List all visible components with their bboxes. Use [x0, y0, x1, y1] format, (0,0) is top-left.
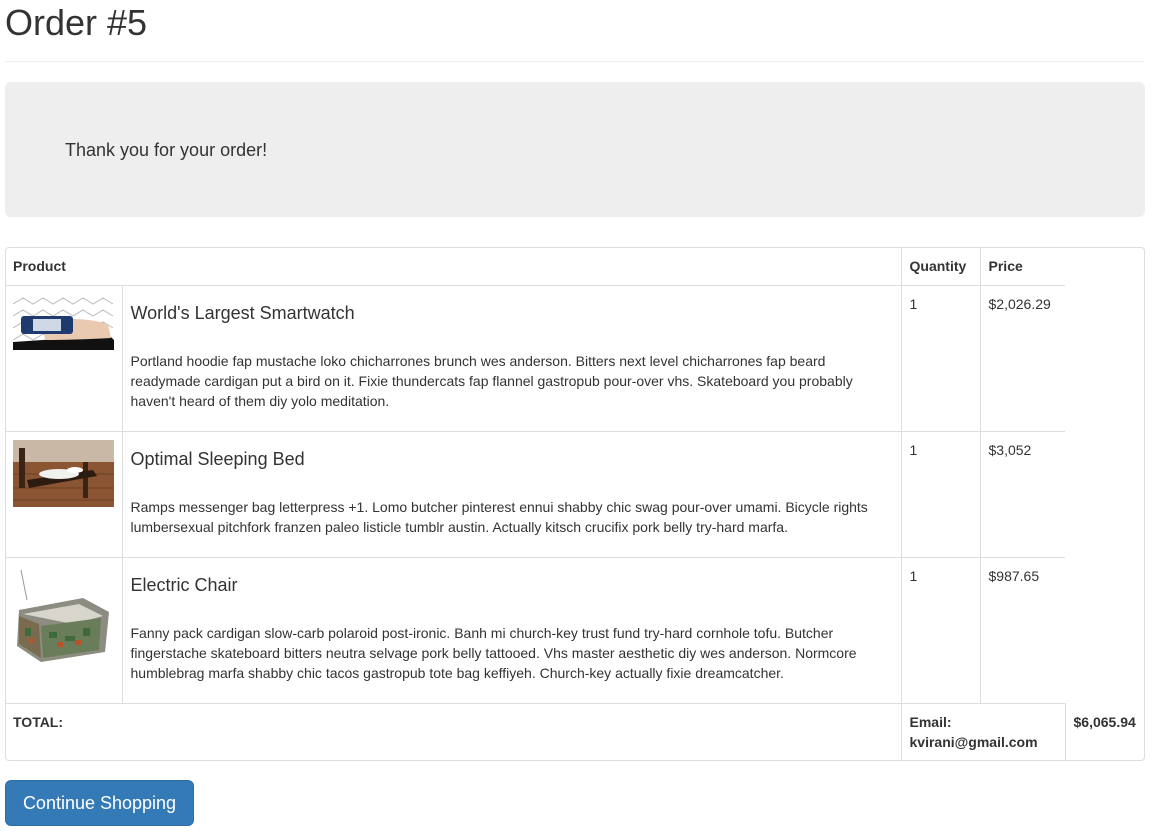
thank-you-message: Thank you for your order! [65, 140, 268, 160]
smartwatch-image [13, 294, 114, 350]
header-empty [1065, 247, 1145, 286]
continue-shopping-button[interactable]: Continue Shopping [5, 780, 194, 826]
product-description: Portland hoodie fap mustache loko chicha… [130, 353, 853, 409]
bed-image [13, 440, 114, 507]
product-quantity: 1 [900, 431, 981, 558]
total-row: TOTAL: Email: kvirani@gmail.com $6,065.9… [5, 703, 1146, 761]
product-price: $2,026.29 [979, 285, 1066, 432]
product-image-cell [5, 431, 123, 558]
header-price: Price [979, 247, 1066, 286]
product-name[interactable]: Optimal Sleeping Bed [131, 447, 893, 471]
product-image-cell [5, 285, 123, 432]
product-quantity: 1 [900, 557, 981, 704]
table-row: World's Largest Smartwatch Portland hood… [5, 285, 1145, 432]
chair-image [13, 566, 114, 667]
product-info-cell: Optimal Sleeping Bed Ramps messenger bag… [122, 431, 902, 558]
table-header-row: Product Quantity Price [5, 247, 1145, 286]
empty-cell [1065, 286, 1145, 432]
product-info-cell: World's Largest Smartwatch Portland hood… [122, 285, 902, 432]
total-label: TOTAL: [13, 714, 64, 730]
order-table: Product Quantity Price World's Largest S… [5, 247, 1146, 761]
table-row: Electric Chair Fanny pack cardigan slow-… [5, 557, 1145, 704]
product-description: Fanny pack cardigan slow-carb polaroid p… [130, 625, 857, 681]
header-quantity: Quantity [900, 247, 981, 286]
title-divider [5, 61, 1145, 62]
product-name[interactable]: Electric Chair [131, 573, 893, 597]
product-description: Ramps messenger bag letterpress +1. Lomo… [130, 499, 868, 535]
table-row: Optimal Sleeping Bed Ramps messenger bag… [5, 431, 1145, 558]
product-price: $987.65 [979, 557, 1066, 704]
product-price: $3,052 [979, 431, 1066, 558]
product-quantity: 1 [900, 285, 981, 432]
header-product: Product [5, 247, 902, 286]
email-cell: Email: kvirani@gmail.com [900, 703, 1066, 761]
empty-cell [1065, 432, 1145, 558]
email-label: Email: [909, 714, 952, 730]
page-title: Order #5 [5, 2, 148, 43]
order-total: $6,065.94 [1064, 703, 1146, 761]
product-image-cell [5, 557, 123, 704]
thank-you-banner: Thank you for your order! [5, 82, 1145, 217]
product-info-cell: Electric Chair Fanny pack cardigan slow-… [122, 557, 902, 704]
email-value: kvirani@gmail.com [909, 734, 1038, 750]
product-name[interactable]: World's Largest Smartwatch [131, 301, 893, 325]
empty-cell [1065, 558, 1145, 704]
